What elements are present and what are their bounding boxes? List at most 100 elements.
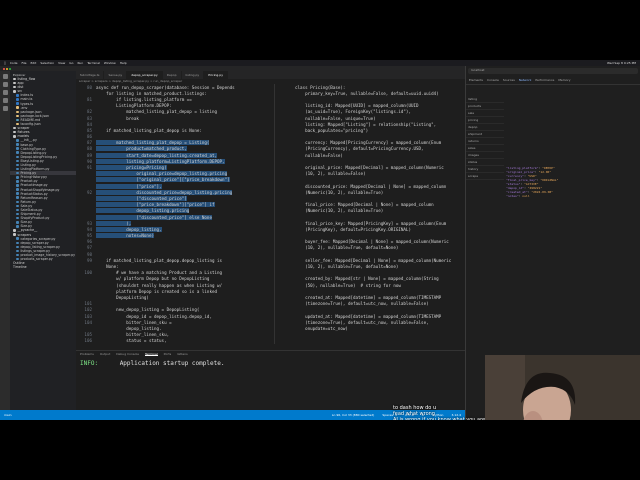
menu-view[interactable]: View bbox=[58, 61, 65, 65]
dt-tab-memory[interactable]: Memory bbox=[558, 78, 570, 82]
panel-tab-output[interactable]: Output bbox=[100, 352, 110, 356]
code-line[interactable]: created_at: Mapped[datetime] = mapped_co… bbox=[275, 294, 465, 300]
code-line[interactable]: currency: Mapped[PricingCurrency] = mapp… bbox=[275, 140, 465, 146]
code-text: ListingPlatform.DEPOP: bbox=[96, 103, 172, 109]
network-request-row[interactable]: listing bbox=[466, 96, 504, 103]
panel-tab-debug[interactable]: Debug Console bbox=[116, 352, 139, 356]
code-text: matched_listing_plat_depop = listing bbox=[96, 109, 218, 115]
editor-pane-left[interactable]: 80 async def run_depop_scraper(database: … bbox=[76, 84, 272, 344]
code-line[interactable]: created_by: Mapped[str | None] = mapped_… bbox=[275, 276, 465, 282]
code-line[interactable]: onupdate=utc_now) bbox=[275, 325, 465, 331]
network-request-row[interactable]: sale bbox=[466, 110, 504, 117]
network-request-row[interactable]: sizes bbox=[466, 145, 504, 152]
response-json-view[interactable]: "listing_platform": "DEPOP" "original_pri… bbox=[466, 166, 640, 198]
code-text: depop_listing. bbox=[96, 325, 162, 331]
code-text: nullable=False, unique=True) bbox=[295, 115, 376, 121]
file-icon bbox=[16, 114, 19, 118]
stream-chat-overlay: to dash how do u fead what wrong AI is wro… bbox=[393, 405, 485, 420]
address-bar[interactable]: localhost bbox=[468, 68, 638, 74]
dt-tab-performance[interactable]: Performance bbox=[535, 78, 554, 82]
panel-tab-problems[interactable]: Problems bbox=[80, 352, 94, 356]
code-text: seller_fee: Mapped[Decimal | None] = map… bbox=[295, 257, 452, 263]
code-text: if listing.listing_platform == bbox=[96, 96, 192, 102]
editor-pane-right[interactable]: class Pricing(Base): primary_key=True, n… bbox=[274, 84, 465, 344]
file-icon bbox=[16, 188, 19, 191]
menu-run[interactable]: Run bbox=[77, 61, 83, 65]
file-icon bbox=[16, 155, 19, 159]
line-number: 105 bbox=[84, 332, 92, 338]
code-text: ["discounted_price"] else None bbox=[96, 214, 212, 220]
menu-terminal[interactable]: Terminal bbox=[87, 61, 100, 65]
code-line[interactable]: 106 status = status, bbox=[76, 338, 272, 344]
json-value: "2024-09-08" bbox=[531, 190, 553, 194]
code-line[interactable]: updated_at: Mapped[datetime] = mapped_co… bbox=[275, 313, 465, 319]
tab-depop-scraper[interactable]: depop_scraper.py bbox=[127, 71, 163, 79]
tab-listing[interactable]: listing.py bbox=[182, 71, 205, 79]
dt-tab-sources[interactable]: Sources bbox=[503, 78, 515, 82]
code-text: class Pricing(Base): bbox=[295, 84, 346, 90]
code-text: ["original_price"]["price_breakdown"] bbox=[96, 177, 230, 183]
file-icon bbox=[16, 257, 19, 261]
code-text: listing_id: Mapped[UUID] = mapped_column… bbox=[295, 103, 419, 109]
network-request-row[interactable]: status bbox=[466, 159, 504, 166]
code-text: currency: Mapped[PricingCurrency] = mapp… bbox=[295, 140, 442, 146]
run-debug-icon[interactable] bbox=[2, 98, 8, 103]
network-request-row[interactable]: depop bbox=[466, 124, 504, 131]
tab-depop[interactable]: Depop bbox=[163, 71, 182, 79]
line-number: 92 bbox=[86, 189, 92, 195]
network-request-row[interactable]: pricing bbox=[466, 117, 504, 124]
tab-sense[interactable]: Sense.py bbox=[104, 71, 128, 79]
dt-tab-network[interactable]: Network bbox=[519, 78, 532, 82]
code-line[interactable]: final_price_key: Mapped[PricingKey] = ma… bbox=[275, 220, 465, 226]
code-text: final_price_key: Mapped[PricingKey] = ma… bbox=[295, 220, 447, 226]
search-icon[interactable] bbox=[2, 82, 8, 87]
explorer-icon[interactable] bbox=[2, 74, 8, 79]
menu-window[interactable]: Window bbox=[104, 61, 116, 65]
tab-pricing[interactable]: Pricing.py bbox=[204, 71, 228, 79]
panel-tab-ports[interactable]: Ports bbox=[164, 352, 172, 356]
menu-app[interactable]: Code bbox=[10, 61, 18, 65]
panel-tab-gitlens[interactable]: Gitlens bbox=[177, 352, 187, 356]
dt-tab-console[interactable]: Console bbox=[487, 78, 499, 82]
source-control-icon[interactable] bbox=[2, 90, 8, 95]
dt-tab-elements[interactable]: Elements bbox=[469, 78, 483, 82]
network-request-row[interactable]: shipment bbox=[466, 131, 504, 138]
menu-file[interactable]: File bbox=[22, 61, 27, 65]
status-cursor[interactable]: Ln 96, Col 33 (880 selected) bbox=[332, 413, 374, 417]
code-text: nullable=False) bbox=[295, 152, 343, 158]
network-request-row[interactable]: products bbox=[466, 103, 504, 110]
close-window-icon[interactable] bbox=[3, 67, 5, 70]
file-icon bbox=[16, 151, 19, 154]
apple-icon[interactable]:  bbox=[4, 61, 6, 65]
menu-help[interactable]: Help bbox=[120, 61, 127, 65]
file-icon bbox=[16, 212, 19, 216]
file-icon bbox=[16, 249, 19, 253]
minimize-window-icon[interactable] bbox=[6, 67, 8, 70]
network-request-row[interactable]: images bbox=[466, 152, 504, 159]
extensions-icon[interactable] bbox=[2, 106, 8, 111]
file-icon bbox=[16, 94, 19, 97]
file-icon bbox=[16, 167, 19, 171]
status-branch[interactable]: main bbox=[4, 413, 12, 417]
sidebar-section-timeline[interactable]: Timeline bbox=[10, 265, 76, 269]
code-line[interactable]: original_price: Mapped[Decimal] = mapped… bbox=[275, 164, 465, 170]
code-line[interactable]: primary_key=True, nullable=False, defaul… bbox=[275, 90, 465, 96]
panel-tab-terminal[interactable]: Terminal bbox=[144, 352, 158, 356]
maximize-window-icon[interactable] bbox=[9, 67, 11, 70]
code-text: (PricingKey), default=PricingKey.ORIGINA… bbox=[295, 226, 411, 232]
file-icon bbox=[16, 208, 19, 212]
menu-go[interactable]: Go bbox=[69, 61, 73, 65]
code-line[interactable]: seller_fee: Mapped[Decimal | None] = map… bbox=[275, 257, 465, 263]
menu-edit[interactable]: Edit bbox=[31, 61, 37, 65]
terminal-output[interactable]: INFO: Application startup complete. bbox=[76, 357, 465, 370]
code-line[interactable]: discounted_price: Mapped[Decimal | None]… bbox=[275, 183, 465, 189]
tree-item-label: products_scraper.py bbox=[20, 257, 53, 262]
line-number: 98 bbox=[86, 251, 92, 257]
tab-fabricpage[interactable]: fabricPage.ts bbox=[76, 71, 105, 79]
file-icon bbox=[16, 143, 19, 146]
network-request-row[interactable]: returns bbox=[466, 138, 504, 145]
code-text: created_by: Mapped[str | None] = mapped_… bbox=[295, 276, 439, 282]
menu-selection[interactable]: Selection bbox=[40, 61, 54, 65]
code-line[interactable]: buyer_fee: Mapped[Decimal | None] = mapp… bbox=[275, 239, 465, 245]
line-number: 87 bbox=[86, 140, 92, 146]
